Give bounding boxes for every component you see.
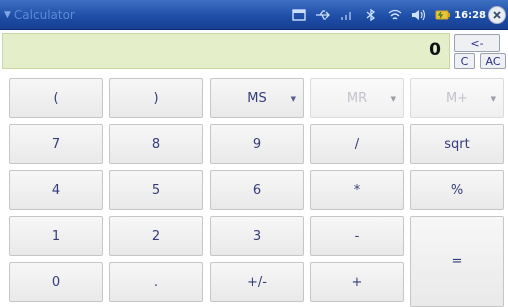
close-button[interactable] bbox=[488, 6, 506, 24]
digit-1-label: 1 bbox=[51, 228, 61, 244]
decimal-label: . bbox=[153, 274, 159, 290]
chevron-down-icon: ▼ bbox=[390, 95, 396, 103]
minus-button[interactable]: - bbox=[310, 216, 404, 256]
equals-label: = bbox=[451, 254, 463, 269]
digit-8-label: 8 bbox=[151, 136, 161, 152]
plus-button[interactable]: + bbox=[310, 262, 404, 302]
digit-5-button[interactable]: 5 bbox=[109, 170, 203, 210]
memory-recall-label: MR bbox=[346, 90, 368, 106]
digit-0-label: 0 bbox=[51, 274, 61, 290]
plus-label: + bbox=[351, 274, 363, 290]
multiply-button[interactable]: * bbox=[310, 170, 404, 210]
clear-button[interactable]: C bbox=[454, 53, 475, 69]
digit-4-label: 4 bbox=[51, 182, 61, 198]
divide-label: / bbox=[354, 136, 360, 152]
digit-2-button[interactable]: 2 bbox=[109, 216, 203, 256]
close-paren-button[interactable]: ) bbox=[109, 78, 203, 118]
digit-0-button[interactable]: 0 bbox=[9, 262, 103, 302]
system-tray: 16:28 bbox=[284, 6, 486, 24]
memory-store-label: MS bbox=[247, 90, 267, 106]
open-paren-button[interactable]: ( bbox=[9, 78, 103, 118]
usb-icon[interactable] bbox=[314, 8, 332, 22]
signal-icon[interactable] bbox=[338, 8, 356, 22]
volume-icon[interactable] bbox=[410, 8, 428, 22]
digit-9-button[interactable]: 9 bbox=[210, 124, 304, 164]
digit-2-label: 2 bbox=[151, 228, 161, 244]
digit-6-button[interactable]: 6 bbox=[210, 170, 304, 210]
window-icon[interactable] bbox=[290, 8, 308, 22]
negate-button[interactable]: +/- bbox=[210, 262, 304, 302]
close-icon bbox=[493, 11, 501, 19]
decimal-button[interactable]: . bbox=[109, 262, 203, 302]
equals-button[interactable]: = bbox=[410, 216, 504, 307]
title-bar: ▼ Calculator 16:28 bbox=[0, 0, 508, 30]
window-menu-arrow-icon[interactable]: ▼ bbox=[4, 10, 11, 20]
digit-4-button[interactable]: 4 bbox=[9, 170, 103, 210]
memory-add-label: M+ bbox=[445, 90, 469, 106]
multiply-label: * bbox=[353, 182, 361, 198]
memory-store-button[interactable]: MS ▼ bbox=[210, 78, 304, 118]
digit-3-label: 3 bbox=[252, 228, 262, 244]
percent-button[interactable]: % bbox=[410, 170, 504, 210]
display-value: 0 bbox=[429, 40, 441, 60]
all-clear-button[interactable]: AC bbox=[480, 53, 506, 69]
result-display: 0 bbox=[2, 33, 450, 69]
memory-recall-button[interactable]: MR ▼ bbox=[310, 78, 404, 118]
divide-button[interactable]: / bbox=[310, 124, 404, 164]
open-paren-label: ( bbox=[53, 90, 59, 106]
digit-7-label: 7 bbox=[51, 136, 61, 152]
digit-1-button[interactable]: 1 bbox=[9, 216, 103, 256]
digit-7-button[interactable]: 7 bbox=[9, 124, 103, 164]
chevron-down-icon: ▼ bbox=[290, 95, 296, 103]
minus-label: - bbox=[354, 228, 360, 244]
digit-6-label: 6 bbox=[252, 182, 262, 198]
percent-label: % bbox=[450, 182, 464, 198]
digit-3-button[interactable]: 3 bbox=[210, 216, 304, 256]
clock[interactable]: 16:28 bbox=[454, 10, 486, 21]
digit-8-button[interactable]: 8 bbox=[109, 124, 203, 164]
wifi-icon[interactable] bbox=[386, 8, 404, 22]
sqrt-button[interactable]: sqrt bbox=[410, 124, 504, 164]
battery-icon[interactable] bbox=[434, 8, 452, 22]
close-paren-label: ) bbox=[153, 90, 159, 106]
window-title: Calculator bbox=[13, 8, 75, 22]
backspace-button[interactable]: <- bbox=[454, 34, 500, 52]
bluetooth-icon[interactable] bbox=[362, 8, 380, 22]
digit-9-label: 9 bbox=[252, 136, 262, 152]
digit-5-label: 5 bbox=[151, 182, 161, 198]
chevron-down-icon: ▼ bbox=[490, 95, 496, 103]
sqrt-label: sqrt bbox=[444, 136, 470, 152]
window-title-group[interactable]: ▼ Calculator bbox=[4, 8, 75, 22]
negate-label: +/- bbox=[247, 274, 267, 290]
memory-add-button[interactable]: M+ ▼ bbox=[410, 78, 504, 118]
